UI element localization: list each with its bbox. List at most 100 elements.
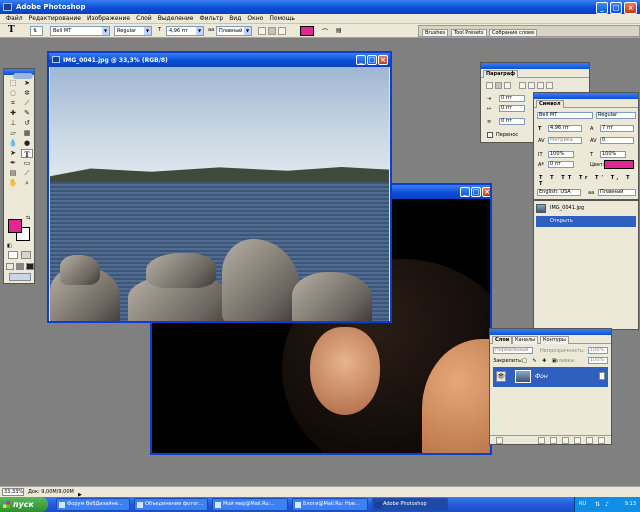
doc2-minimize-icon[interactable]: _ [460,187,470,197]
opacity-field[interactable]: 100% [588,347,608,354]
screen-mode-full-icon[interactable] [16,263,24,270]
zoom-tool-icon[interactable]: ⌕ [21,179,33,188]
doc1-maximize-icon[interactable]: □ [367,55,377,65]
para-align-center-icon[interactable] [495,82,502,89]
tab-channels[interactable]: Каналы [512,336,539,344]
type-tool-icon-tb[interactable]: T [21,149,33,159]
pen-tool-icon[interactable]: ✒ [7,159,19,168]
layer-row-background[interactable]: 👁 Фон [493,367,608,387]
task-button-blogs[interactable]: Блоги@Mail.Ru: Нов... [292,498,368,511]
tab-paths[interactable]: Контуры [540,336,569,344]
tab-layers[interactable]: Слои [492,336,513,344]
dodge-tool-icon[interactable]: ● [21,139,33,148]
adjustment-layer-icon[interactable] [574,437,581,444]
trash-icon[interactable] [598,437,605,444]
magic-wand-tool-icon[interactable]: ✲ [21,89,33,98]
swap-colors-icon[interactable]: ⇆ [26,215,30,221]
network-icon[interactable]: ⇅ [595,497,600,512]
start-button[interactable]: пуск [0,497,48,512]
type-tool-icon[interactable]: T [8,25,15,35]
font-size-select[interactable]: 4,96 пт ▼ [166,26,204,36]
maximize-icon[interactable]: □ [610,2,622,14]
history-state-open[interactable]: Открыть [536,216,636,227]
default-colors-icon[interactable]: ◧ [7,243,12,249]
menu-image[interactable]: Изображение [84,15,133,22]
move-tool-icon[interactable]: ➤ [21,79,33,88]
language-indicator[interactable]: RU [579,497,586,512]
history-snapshot[interactable]: IMG_0041.jpg [536,203,584,214]
notes-tool-icon[interactable]: ▤ [7,169,19,178]
tab-tool-presets[interactable]: Tool Presets [451,29,487,37]
app-title-bar[interactable]: Adobe Photoshop _ □ × [0,0,640,14]
minimize-icon[interactable]: _ [596,2,608,14]
indent-first-field[interactable]: 0 пт [499,105,525,112]
menu-window[interactable]: Окно [244,15,266,22]
close-icon[interactable]: × [624,2,637,14]
slice-tool-icon[interactable]: ⟋ [21,99,33,108]
palettes-icon[interactable]: ▤ [336,27,342,34]
tab-character[interactable]: Символ [536,100,564,108]
doc1-minimize-icon[interactable]: _ [356,55,366,65]
fill-field[interactable]: 100% [588,357,608,364]
menu-layer[interactable]: Слой [133,15,155,22]
eyedropper-tool-icon[interactable]: ⟋ [21,169,33,178]
char-font-family-select[interactable]: Bell MT [537,112,593,119]
foreground-color-swatch[interactable] [8,219,22,233]
char-font-style-select[interactable]: Regular [596,112,636,119]
lasso-tool-icon[interactable]: ◌ [7,89,19,98]
link-layers-icon[interactable] [496,437,503,444]
brush-tool-icon[interactable]: ✎ [21,109,33,118]
indent-left-field[interactable]: 0 пт [499,95,525,102]
layer-mask-icon[interactable] [550,437,557,444]
doc1-close-icon[interactable]: × [378,55,388,65]
char-hscale-field[interactable]: 100% [600,151,626,158]
hyphenate-checkbox[interactable] [487,132,493,138]
antialias-select[interactable]: Плавный ▼ [216,26,252,36]
menu-file[interactable]: Файл [3,15,26,22]
font-style-select[interactable]: Regular ▼ [114,26,152,36]
tab-brushes[interactable]: Brushes [422,29,449,37]
screen-mode-standard-icon[interactable] [6,263,14,270]
blur-tool-icon[interactable]: 💧 [7,139,19,148]
para-justify-left-icon[interactable] [519,82,526,89]
font-family-select[interactable]: Bell MT ▼ [50,26,110,36]
char-font-size-field[interactable]: 4,96 пт [548,125,582,132]
layer-style-icon[interactable] [538,437,545,444]
char-language-select[interactable]: English: USA [537,189,581,196]
standard-mode-icon[interactable] [8,251,18,259]
tab-paragraph[interactable]: Параграф [483,70,519,78]
faux-style-buttons[interactable]: T T TT Tr T' T, T T [539,175,638,187]
new-layer-icon[interactable] [586,437,593,444]
eye-icon[interactable]: 👁 [496,371,506,382]
task-button-union[interactable]: Объединение фотог... [134,498,208,511]
align-left-button[interactable] [258,27,266,35]
screen-mode-black-icon[interactable] [26,263,34,270]
char-kerning-field[interactable]: Метрика [548,137,582,144]
char-aa-select[interactable]: Плавный [598,189,636,196]
space-before-field[interactable]: 0 пт [499,118,525,125]
align-center-button[interactable] [268,27,276,35]
task-button-myworld[interactable]: Мой мир@Mail.Ru:... [212,498,288,511]
healing-brush-tool-icon[interactable]: ✚ [7,109,19,118]
para-align-right-icon[interactable] [504,82,511,89]
history-brush-tool-icon[interactable]: ↺ [21,119,33,128]
task-button-photoshop[interactable]: Adobe Photoshop [372,498,448,511]
doc1-title-bar[interactable]: IMG_0041.jpg @ 33,3% (RGB/8) _ □ × [49,53,390,67]
text-orientation-button[interactable]: ⇅ [30,26,43,36]
tab-layer-comps[interactable]: Собрание слоев [489,29,538,37]
menu-view[interactable]: Вид [226,15,244,22]
volume-icon[interactable]: ♪ [605,497,609,512]
quick-mask-icon[interactable] [21,251,31,259]
menu-help[interactable]: Помощь [266,15,298,22]
path-selection-tool-icon[interactable]: ➤ [7,149,19,158]
align-right-button[interactable] [278,27,286,35]
para-justify-all-icon[interactable] [546,82,553,89]
zoom-field[interactable]: 33,33% [2,488,24,496]
doc2-maximize-icon[interactable]: □ [471,187,481,197]
clone-stamp-tool-icon[interactable]: ⊥ [7,119,19,128]
char-tracking-field[interactable]: 0 [600,137,634,144]
doc2-close-icon[interactable]: × [482,187,490,197]
text-color-swatch[interactable] [300,26,314,36]
eraser-tool-icon[interactable]: ▱ [7,129,19,138]
hand-tool-icon[interactable]: ✋ [7,179,19,188]
